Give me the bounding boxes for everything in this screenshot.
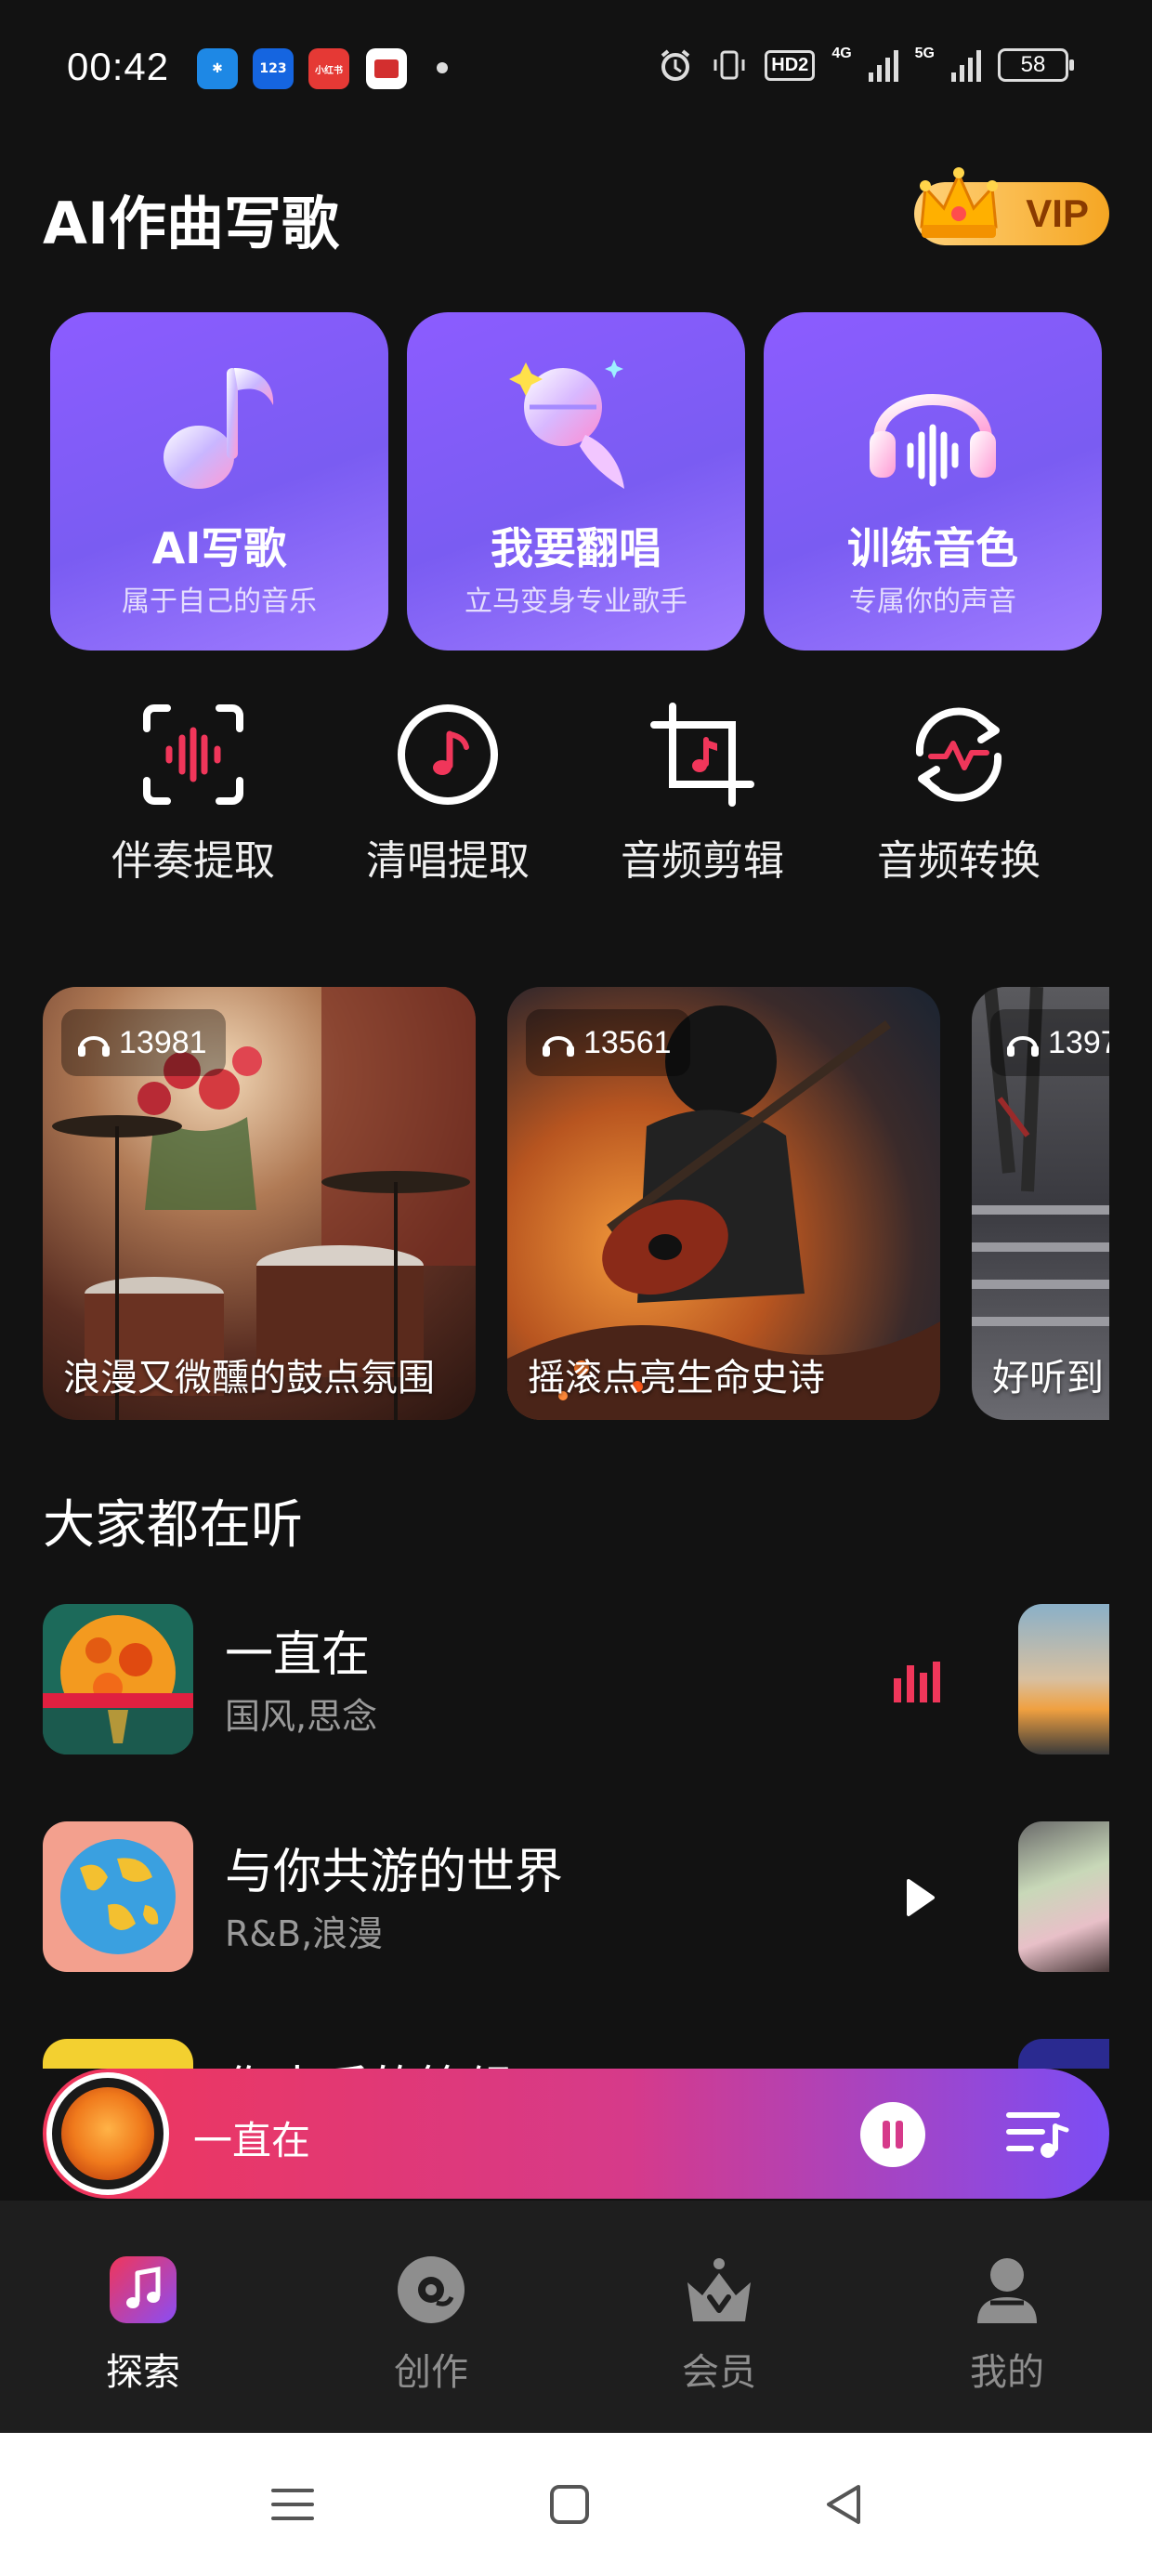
tool-audio-clip[interactable]: 音频剪辑 [591, 699, 814, 903]
equalizer-playing-icon[interactable] [888, 1650, 948, 1710]
microphone-icon [509, 360, 624, 489]
menu-recents-icon[interactable] [269, 2481, 316, 2528]
status-indicators: HD2 4G 5G 58 [657, 46, 1074, 84]
playlist-queue-icon[interactable] [1005, 2106, 1072, 2162]
section-title: 大家都在听 [43, 1495, 303, 1556]
waveform-scan-icon [143, 704, 243, 805]
tool-audio-convert[interactable]: 音频转换 [847, 699, 1070, 903]
nav-membership[interactable]: 会员 [626, 2254, 812, 2396]
bottom-nav: 探索 创作 会员 我的 [0, 2201, 1152, 2433]
song-video-thumbnail[interactable] [1018, 1821, 1109, 1972]
music-disc-icon [398, 704, 498, 805]
signal-5g-icon [951, 48, 981, 82]
playlist-tile[interactable]: 13561 摇滚点亮生命史诗 [507, 987, 940, 1420]
convert-pulse-icon [915, 707, 1002, 802]
signal-4g-icon [868, 48, 898, 82]
song-cover [43, 1604, 193, 1755]
now-playing-title: 一直在 [193, 2118, 311, 2163]
vibrate-icon [713, 50, 745, 80]
mini-player[interactable]: 一直在 [43, 2069, 1109, 2199]
tool-accompaniment-extract[interactable]: 伴奏提取 [82, 699, 305, 903]
song-row[interactable]: 与你共游的世界 R&B,浪漫 [43, 1821, 1109, 1972]
song-video-thumbnail[interactable] [1018, 1604, 1109, 1755]
headphones-icon [78, 1036, 110, 1057]
explore-music-icon [110, 2256, 177, 2323]
song-video-thumbnail[interactable] [1018, 2039, 1109, 2069]
tool-acapella-extract[interactable]: 清唱提取 [336, 699, 559, 903]
song-cover [43, 2039, 193, 2069]
ai-write-song-card[interactable]: AI写歌 属于自己的音乐 [50, 312, 388, 651]
headphones-icon [1007, 1036, 1039, 1057]
music-note-icon [164, 368, 274, 489]
network-5g-label: 5G [914, 46, 935, 61]
playlist-tile[interactable]: 13981 浪漫又微醺的鼓点氛围 [43, 987, 476, 1420]
playlist-tile[interactable]: 1397 好听到 [972, 987, 1109, 1420]
song-row[interactable]: 你走后的等候 [43, 2039, 1109, 2069]
profile-icon [977, 2258, 1037, 2323]
pause-button[interactable] [860, 2102, 925, 2167]
song-cover [43, 1821, 193, 1972]
app-bird-icon: ✱ [197, 48, 238, 89]
play-count: 13981 [61, 1009, 226, 1076]
headphones-icon [870, 394, 996, 487]
page-title: AI作曲写歌 [43, 190, 340, 257]
play-icon[interactable] [888, 1868, 948, 1927]
app-123-icon: 123 [253, 48, 294, 89]
home-button-icon[interactable] [546, 2481, 593, 2528]
play-count: 1397 [990, 1009, 1109, 1076]
more-notifications-dot [437, 62, 448, 73]
song-row[interactable]: 一直在 国风,思念 [43, 1604, 1109, 1755]
vip-crown-icon [920, 167, 998, 238]
train-voice-card[interactable]: 训练音色 专属你的声音 [764, 312, 1102, 651]
status-bar: 00:42 ✱ 123 小红书 HD2 4G 5G 58 [0, 0, 1152, 139]
nav-create[interactable]: 创作 [338, 2254, 524, 2396]
crown-icon [687, 2258, 751, 2321]
playlist-carousel[interactable]: 13981 浪漫又微醺的鼓点氛围 13561 摇滚点亮生命史诗 1397 [43, 987, 1109, 1420]
nav-explore[interactable]: 探索 [50, 2254, 236, 2396]
system-navigation-bar [0, 2433, 1152, 2576]
headphones-icon [543, 1036, 574, 1057]
vip-button[interactable]: VIP [914, 167, 1109, 245]
battery-icon: 58 [998, 48, 1074, 82]
play-count: 13561 [526, 1009, 690, 1076]
now-playing-cover[interactable] [46, 2072, 169, 2195]
hd-icon: HD2 [765, 49, 816, 81]
xiaohongshu-icon: 小红书 [308, 48, 349, 89]
status-time: 00:42 [67, 45, 170, 88]
news-app-icon [366, 48, 407, 89]
alarm-icon [661, 49, 690, 81]
back-button-icon[interactable] [821, 2481, 868, 2528]
crop-music-icon [650, 703, 754, 807]
nav-profile[interactable]: 我的 [914, 2254, 1100, 2396]
cover-song-card[interactable]: 我要翻唱 立马变身专业歌手 [407, 312, 745, 651]
network-4g-label: 4G [831, 46, 852, 61]
create-disc-icon [398, 2256, 465, 2323]
